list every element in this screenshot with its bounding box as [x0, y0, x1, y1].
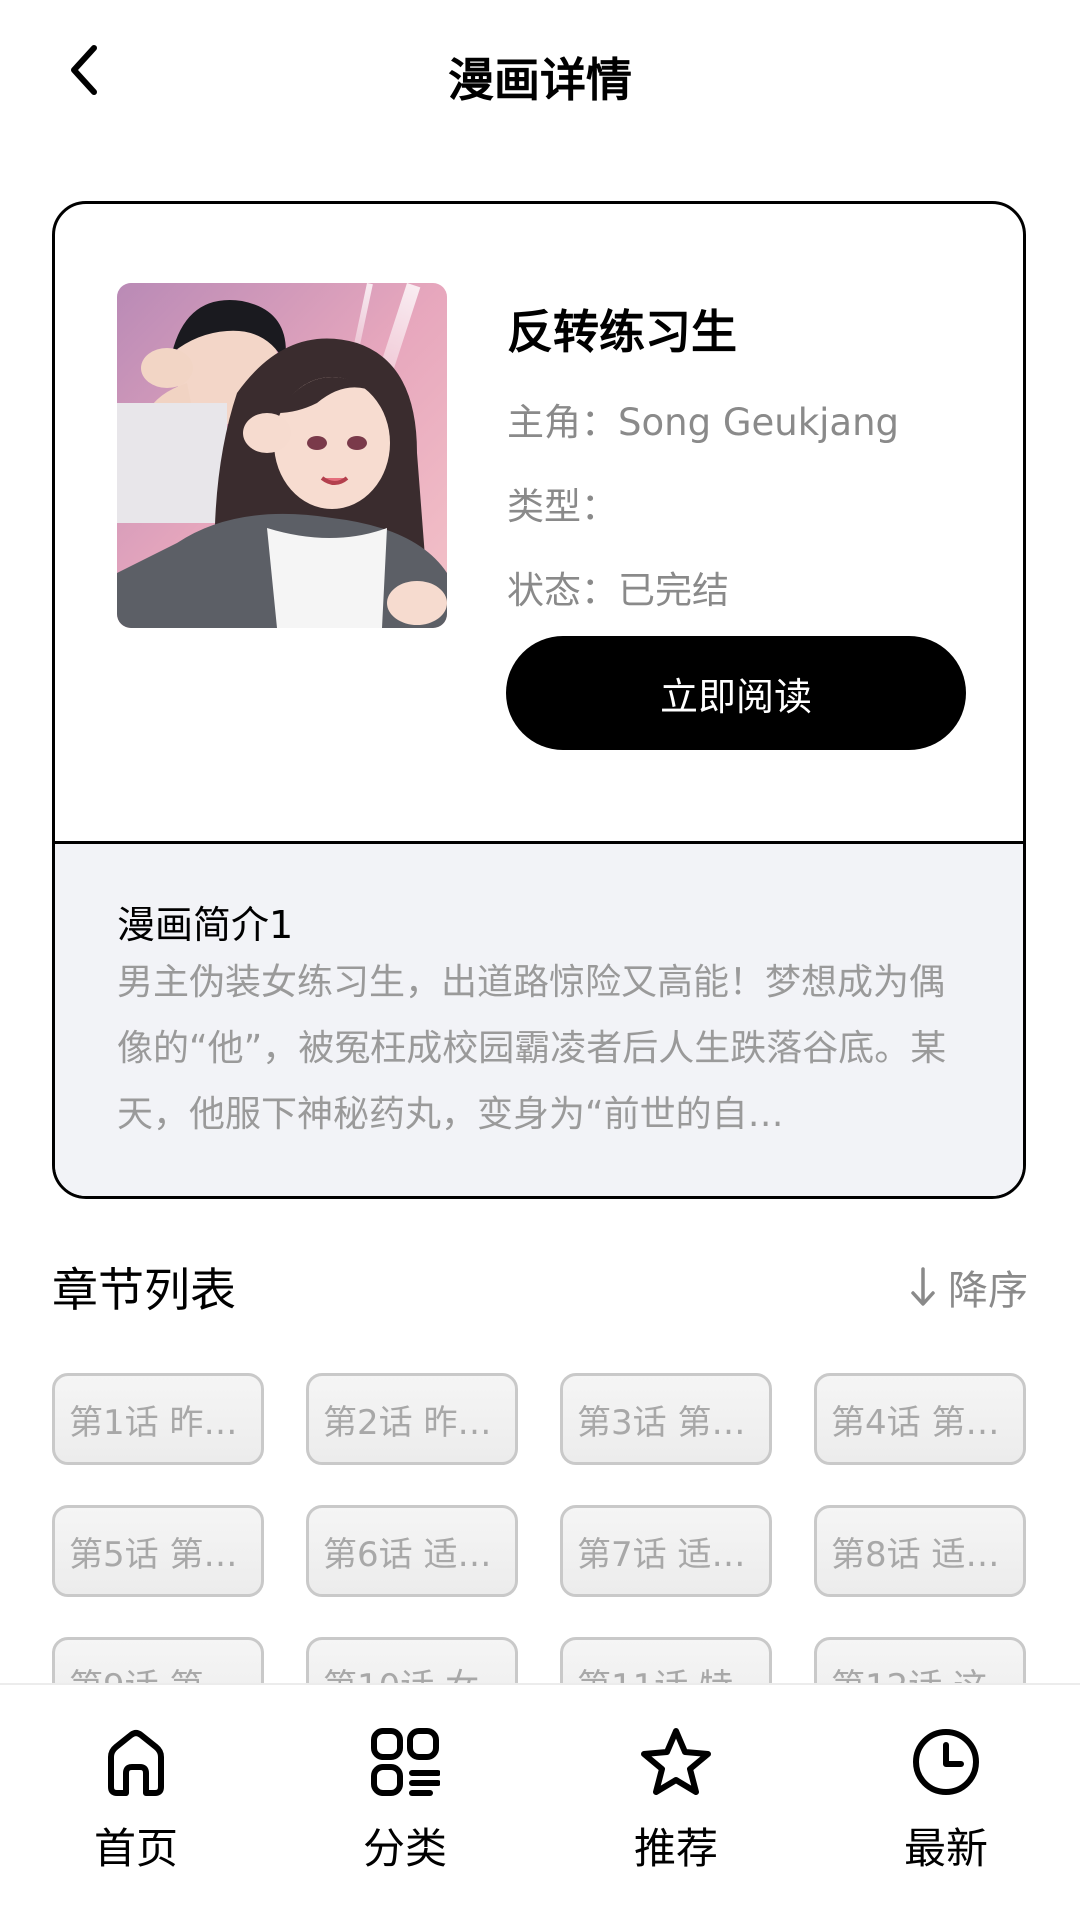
sort-toggle[interactable]: 降序 — [908, 1258, 1028, 1316]
comic-info: 反转练习生 主角：Song Geukjang 类型： 状态：已完结 立即阅读 — [55, 204, 1023, 844]
chapter-button[interactable]: 第2话 昨… — [306, 1373, 518, 1465]
chapter-button[interactable]: 第8话 适… — [814, 1505, 1026, 1597]
nav-category[interactable]: 分类 — [325, 1725, 485, 1876]
chapter-button[interactable]: 第7话 适… — [560, 1505, 772, 1597]
sort-label: 降序 — [948, 1268, 1028, 1314]
nav-category-label: 分类 — [362, 1824, 447, 1873]
chapter-grid: 第1话 昨… 第2话 昨… 第3话 第… 第4话 第… 第5话 第… 第6话 适… — [52, 1373, 1027, 1683]
comic-cover-image[interactable] — [117, 283, 447, 628]
status-row: 状态：已完结 — [507, 560, 729, 614]
category-icon — [371, 1728, 440, 1796]
status-value: 已完结 — [618, 569, 729, 612]
chapter-button[interactable]: 第10话 女… — [306, 1637, 518, 1683]
bottom-nav: 首页 分类 推荐 最新 — [0, 1683, 1080, 1922]
nav-home[interactable]: 首页 — [56, 1725, 216, 1876]
genre-label: 类型： — [507, 485, 618, 528]
chapter-button[interactable]: 第5话 第… — [52, 1505, 264, 1597]
chapter-button[interactable]: 第9话 第… — [52, 1637, 264, 1683]
protagonist-label: 主角： — [507, 401, 618, 444]
chapter-button[interactable]: 第4话 第… — [814, 1373, 1026, 1465]
nav-latest-label: 最新 — [903, 1824, 988, 1873]
chapter-button[interactable]: 第12话 这… — [814, 1637, 1026, 1683]
clock-icon — [913, 1729, 979, 1795]
chapter-button[interactable]: 第3话 第… — [560, 1373, 772, 1465]
intro-title: 漫画简介1 — [117, 903, 294, 947]
nav-recommend[interactable]: 推荐 — [596, 1725, 756, 1876]
nav-home-label: 首页 — [93, 1824, 178, 1873]
star-icon — [641, 1728, 711, 1795]
protagonist-row: 主角：Song Geukjang — [507, 392, 899, 446]
chapter-button[interactable]: 第11话 特… — [560, 1637, 772, 1683]
intro-text[interactable]: 男主伪装女练习生，出道路惊险又高能！梦想成为偶像的“他”，被冤枉成校园霸凌者后人… — [117, 950, 967, 1148]
protagonist-value: Song Geukjang — [618, 401, 900, 444]
chapter-button[interactable]: 第1话 昨… — [52, 1373, 264, 1465]
home-icon — [108, 1730, 164, 1796]
comic-intro: 漫画简介1 男主伪装女练习生，出道路惊险又高能！梦想成为偶像的“他”，被冤枉成校… — [55, 844, 1023, 1196]
comic-title: 反转练习生 — [507, 305, 737, 359]
nav-recommend-label: 推荐 — [633, 1824, 718, 1873]
page-title: 漫画详情 — [448, 53, 632, 107]
chapter-button[interactable]: 第6话 适… — [306, 1505, 518, 1597]
genre-row: 类型： — [507, 476, 618, 530]
arrow-down-icon — [911, 1267, 935, 1306]
chapter-list-title: 章节列表 — [52, 1263, 236, 1317]
status-label: 状态： — [507, 569, 618, 612]
comic-detail-card: 反转练习生 主角：Song Geukjang 类型： 状态：已完结 立即阅读 漫… — [52, 201, 1026, 1199]
header: 漫画详情 — [0, 0, 1080, 150]
read-now-button[interactable]: 立即阅读 — [506, 636, 966, 750]
nav-latest[interactable]: 最新 — [866, 1725, 1026, 1876]
